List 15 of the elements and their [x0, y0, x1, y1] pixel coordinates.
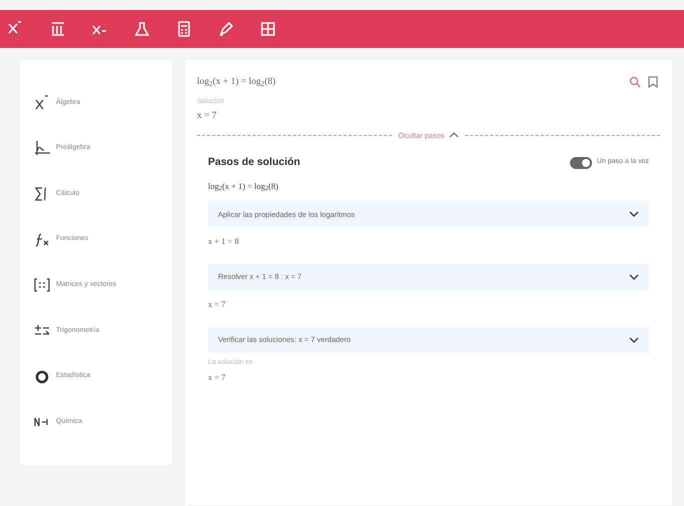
matrix-icon: [34, 276, 50, 294]
result-text: x = 7: [208, 298, 227, 311]
function-icon: [34, 230, 50, 249]
flask-icon[interactable]: [132, 19, 152, 39]
matrix-icon[interactable]: [258, 19, 278, 39]
equation-text: log$_{2}$(x + 1) = log$_{2}$(8): [197, 76, 276, 90]
solution-text: x = 7: [197, 110, 218, 124]
toggle-switch[interactable]: [570, 156, 592, 169]
x-squared-icon: [34, 94, 50, 112]
equation-text: log$_{2}$(x + 1) = log$_{2}$(8): [208, 180, 280, 194]
result-text: x + 1 = 8: [208, 235, 240, 248]
ring-icon: [34, 368, 50, 386]
plot-icon: [34, 139, 50, 158]
result-text: x = 7: [208, 370, 227, 384]
steps-heading: Pasos de solución: [208, 154, 300, 170]
